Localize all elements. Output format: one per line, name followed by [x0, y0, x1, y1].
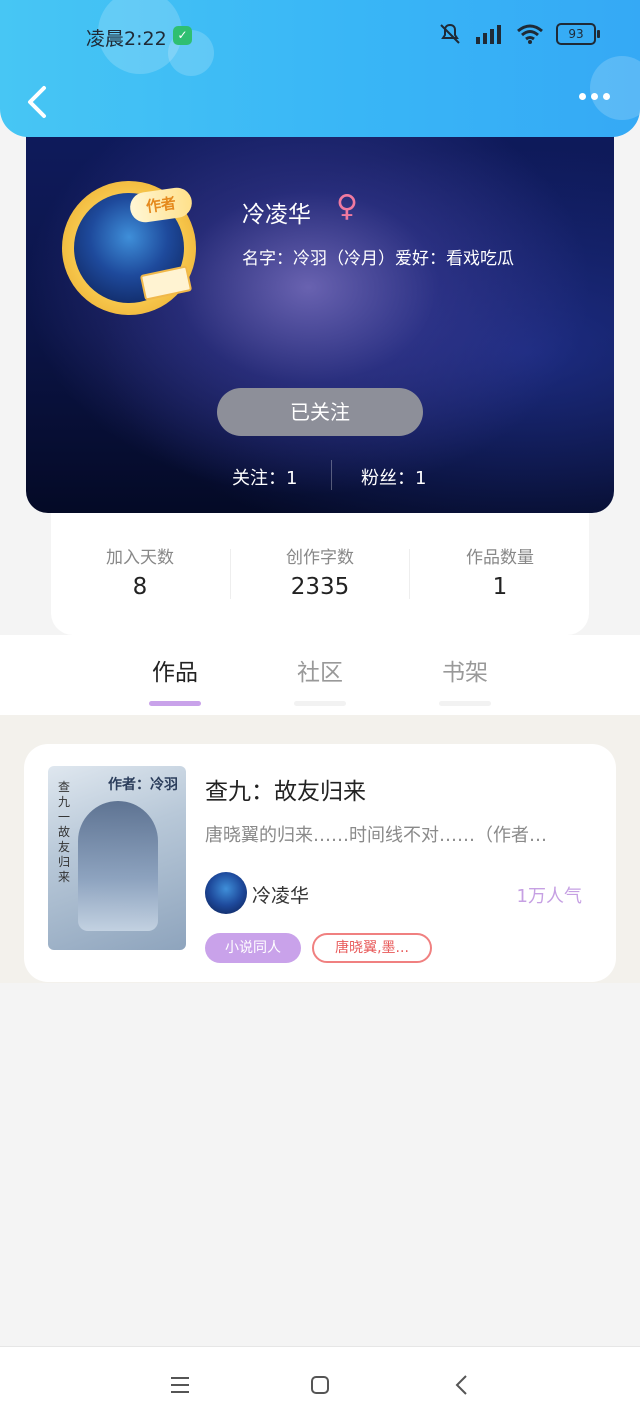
stat-works-count: 作品数量 1: [410, 543, 590, 600]
stat-value: 2335: [290, 574, 350, 600]
cover-title-text: 查九一故友归来: [58, 780, 71, 884]
home-button[interactable]: [300, 1371, 340, 1401]
back-button[interactable]: [22, 84, 52, 120]
chevron-left-icon: [455, 1375, 467, 1395]
wifi-icon: [517, 24, 543, 44]
more-dot-icon: [579, 93, 586, 100]
follow-stats: 关注：1 粉丝：1: [0, 460, 640, 492]
tab-bar: 作品 社区 书架: [0, 635, 640, 715]
stat-label: 加入天数: [106, 548, 174, 568]
popularity-count: 1万人气: [516, 886, 582, 907]
tab-works[interactable]: 作品: [125, 653, 225, 706]
top-header: 凌晨2:22 ✓ 93: [0, 0, 640, 137]
author-avatar[interactable]: [205, 872, 247, 914]
shield-icon: ✓: [173, 26, 192, 45]
profile-name: 冷凌华: [242, 202, 311, 228]
more-options-button[interactable]: [579, 93, 610, 100]
stat-value: 8: [132, 574, 148, 600]
tab-label: 作品: [152, 660, 198, 686]
profile-description: 名字：冷羽（冷月）爱好：看戏吃瓜: [242, 249, 514, 269]
stat-word-count: 创作字数 2335: [230, 543, 410, 600]
decor-bubble: [590, 56, 640, 120]
tab-label: 社区: [297, 660, 343, 686]
female-icon: ♀: [336, 189, 358, 224]
status-icons: 93: [438, 22, 600, 46]
tab-label: 书架: [442, 660, 488, 686]
tab-community[interactable]: 社区: [270, 653, 370, 706]
tab-indicator: [149, 701, 201, 706]
battery-level: 93: [568, 27, 584, 41]
work-description: 唐晓翼的归来……时间线不对……（作者…: [205, 825, 547, 846]
mute-bell-icon: [440, 23, 460, 44]
tag-characters[interactable]: 唐晓翼,墨...: [312, 933, 432, 963]
cover-illustration: [78, 801, 158, 931]
more-dot-icon: [591, 93, 598, 100]
cover-author-text: 作者：冷羽: [108, 777, 178, 793]
signal-icon: [476, 25, 501, 44]
follow-button[interactable]: 已关注: [217, 388, 423, 436]
work-card[interactable]: 查九一故友归来 作者：冷羽 查九：故友归来 唐晓翼的归来……时间线不对……（作者…: [24, 744, 616, 982]
nav-back-button[interactable]: [442, 1371, 482, 1401]
following-count[interactable]: 关注：1: [232, 464, 297, 490]
tab-indicator: [439, 701, 491, 706]
author-name[interactable]: 冷凌华: [252, 881, 309, 908]
tab-bookshelf[interactable]: 书架: [415, 653, 515, 706]
stat-label: 创作字数: [286, 548, 354, 568]
stat-join-days: 加入天数 8: [50, 543, 230, 600]
work-title: 查九：故友归来: [205, 779, 366, 805]
system-nav-bar: [0, 1346, 640, 1424]
work-cover[interactable]: 查九一故友归来 作者：冷羽: [48, 766, 186, 950]
tag-category[interactable]: 小说同人: [205, 933, 301, 963]
chevron-left-icon: [28, 86, 46, 118]
tab-indicator: [294, 701, 346, 706]
followers-count[interactable]: 粉丝：1: [361, 464, 426, 490]
status-time: 凌晨2:22: [86, 28, 167, 50]
recent-apps-button[interactable]: [160, 1371, 200, 1401]
stat-value: 1: [492, 574, 508, 600]
stat-label: 作品数量: [466, 548, 534, 568]
divider: [331, 460, 332, 490]
stats-card: 加入天数 8 创作字数 2335 作品数量 1: [51, 513, 589, 635]
menu-icon: [171, 1377, 189, 1393]
square-icon: [311, 1376, 329, 1394]
battery-icon: 93: [556, 23, 600, 45]
more-dot-icon: [603, 93, 610, 100]
